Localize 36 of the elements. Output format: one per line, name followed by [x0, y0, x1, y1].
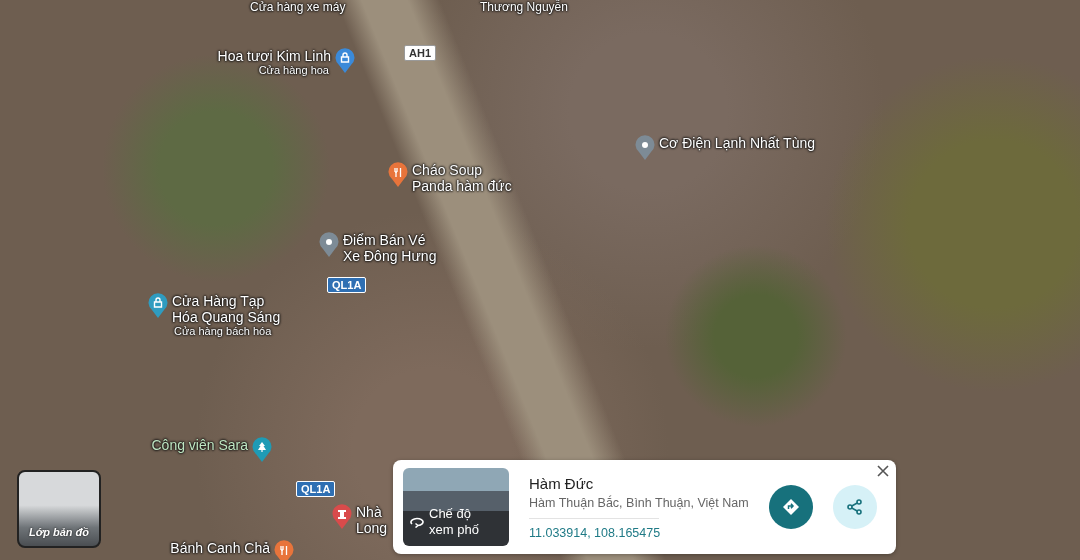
place-label[interactable]: Hoa tươi Kim Linh: [217, 48, 331, 64]
map-pin-icon[interactable]: [635, 135, 655, 161]
place-label[interactable]: Cháo Soup Panda hàm đức: [412, 162, 512, 194]
map-pin-icon[interactable]: [335, 48, 355, 74]
map-pin-icon[interactable]: [319, 232, 339, 258]
road-shield: QL1A: [327, 277, 367, 293]
directions-button[interactable]: [768, 485, 813, 529]
map-layers-button[interactable]: Lớp bản đồ: [17, 470, 101, 548]
place-address: Hàm Thuận Bắc, Bình Thuận, Việt Nam: [529, 495, 749, 510]
close-icon: [876, 464, 890, 478]
place-label[interactable]: Thương Nguyễn: [480, 0, 568, 14]
place-label[interactable]: Bánh Canh Chả: [170, 540, 270, 556]
rotate-icon: [409, 516, 425, 528]
street-view-button[interactable]: Chế độ xem phố: [403, 468, 509, 546]
close-button[interactable]: [876, 464, 890, 478]
place-coordinates[interactable]: 11.033914, 108.165475: [529, 525, 749, 540]
share-button[interactable]: [832, 485, 877, 529]
share-icon: [845, 498, 864, 516]
map-pin-icon[interactable]: [332, 504, 352, 530]
map-pin-icon[interactable]: [148, 293, 168, 319]
place-label[interactable]: Điểm Bán Vé Xe Đông Hưng: [343, 232, 437, 264]
place-label[interactable]: Cửa Hàng Tạp Hóa Quang Sáng: [172, 293, 281, 325]
road-shield: QL1A: [296, 481, 336, 497]
map-pin-icon[interactable]: [252, 437, 272, 463]
directions-icon: [781, 498, 800, 516]
place-label[interactable]: Nhà Long: [356, 504, 388, 536]
place-category: Cửa hàng bách hóa: [173, 325, 273, 337]
place-title: Hàm Đức: [529, 474, 595, 492]
map-pin-icon[interactable]: [274, 540, 294, 560]
road-shield: AH1: [404, 45, 436, 61]
place-label[interactable]: Công viên Sara: [151, 437, 248, 453]
satellite-map[interactable]: [0, 0, 1080, 560]
place-category: Cửa hàng hoa: [257, 64, 330, 76]
place-label[interactable]: Cơ Điện Lạnh Nhất Tùng: [659, 135, 816, 151]
map-pin-icon[interactable]: [388, 162, 408, 188]
place-label[interactable]: Cửa hàng xe máy: [250, 0, 346, 14]
